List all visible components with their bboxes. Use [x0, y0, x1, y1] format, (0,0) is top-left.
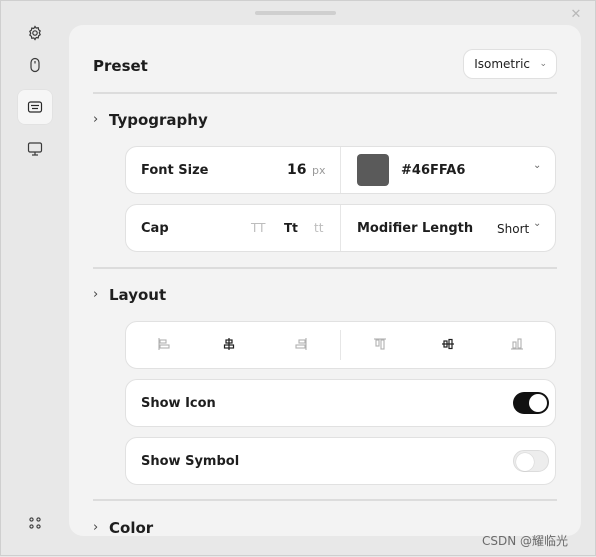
- modifier-length-value[interactable]: Short: [497, 222, 529, 236]
- apps-grid-icon: [29, 517, 41, 529]
- close-button[interactable]: ✕: [567, 5, 585, 23]
- align-bottom-icon: [511, 338, 523, 350]
- show-icon-label: Show Icon: [141, 396, 216, 411]
- align-middle-button[interactable]: [438, 334, 458, 354]
- cap-option-upper[interactable]: TT: [251, 221, 265, 235]
- apps-button[interactable]: [17, 505, 53, 541]
- section-title: Color: [109, 519, 154, 536]
- cap-option-title[interactable]: Tt: [284, 221, 298, 235]
- keyboard-icon: [27, 101, 43, 113]
- cap-option-lower[interactable]: tt: [314, 221, 323, 235]
- chevron-down-icon[interactable]: ⌄: [533, 218, 541, 229]
- toggle-knob: [516, 453, 534, 471]
- align-bottom-button[interactable]: [507, 334, 527, 354]
- sidebar-item-display[interactable]: [17, 131, 53, 167]
- preset-title: Preset: [93, 57, 148, 75]
- align-right-button[interactable]: [291, 334, 311, 354]
- align-center-button[interactable]: [219, 334, 239, 354]
- section-title: Layout: [109, 286, 167, 304]
- settings-window: ✕ Preset Isometric ⌄ › Typography Font S…: [0, 0, 596, 556]
- watermark-text: CSDN @耀临光: [482, 534, 569, 548]
- color-value[interactable]: #46FFA6: [401, 163, 465, 178]
- show-symbol-card: Show Symbol: [125, 437, 556, 485]
- align-right-icon: [295, 338, 307, 350]
- color-swatch[interactable]: [357, 154, 389, 186]
- divider: [93, 267, 557, 269]
- preset-value: Isometric: [474, 57, 530, 71]
- section-title: Typography: [109, 111, 208, 129]
- sidebar-item-mouse[interactable]: [17, 47, 53, 83]
- preset-dropdown[interactable]: Isometric ⌄: [463, 49, 557, 79]
- align-middle-icon: [442, 338, 454, 350]
- show-icon-toggle[interactable]: [513, 392, 549, 414]
- caret-right-icon: ›: [93, 112, 99, 127]
- monitor-icon: [27, 142, 43, 156]
- divider: [340, 205, 341, 251]
- align-left-button[interactable]: [154, 334, 174, 354]
- font-card: Font Size 16 px #46FFA6 ⌄: [125, 146, 556, 194]
- modifier-length-label: Modifier Length: [357, 221, 474, 236]
- show-symbol-toggle[interactable]: [513, 450, 549, 472]
- drag-handle[interactable]: [255, 11, 336, 15]
- divider: [93, 499, 557, 501]
- sidebar: [1, 1, 69, 557]
- chevron-down-icon: ⌄: [539, 59, 547, 69]
- align-top-icon: [374, 338, 386, 350]
- cap-card: Cap TT Tt tt Modifier Length Short ⌄: [125, 204, 556, 252]
- gear-icon: [29, 25, 41, 41]
- close-icon: ✕: [570, 6, 582, 22]
- divider: [93, 92, 557, 94]
- settings-panel: Preset Isometric ⌄ › Typography Font Siz…: [69, 25, 581, 536]
- divider: [340, 330, 341, 360]
- toggle-knob: [529, 394, 547, 412]
- align-left-icon: [158, 338, 170, 350]
- cap-label: Cap: [141, 221, 169, 236]
- caret-right-icon: ›: [93, 520, 99, 535]
- font-size-unit: px: [312, 164, 326, 177]
- sidebar-item-general[interactable]: [17, 15, 53, 51]
- align-top-button[interactable]: [370, 334, 390, 354]
- sidebar-item-keyboard[interactable]: [17, 89, 53, 125]
- alignment-card: [125, 321, 556, 369]
- mouse-icon: [30, 57, 40, 73]
- preset-row: Preset Isometric ⌄: [93, 49, 557, 85]
- font-size-label: Font Size: [141, 163, 209, 178]
- chevron-down-icon[interactable]: ⌄: [533, 160, 541, 171]
- show-symbol-label: Show Symbol: [141, 454, 240, 469]
- show-icon-card: Show Icon: [125, 379, 556, 427]
- font-size-value[interactable]: 16: [287, 162, 306, 178]
- align-center-icon: [223, 338, 235, 350]
- caret-right-icon: ›: [93, 287, 99, 302]
- divider: [340, 147, 341, 193]
